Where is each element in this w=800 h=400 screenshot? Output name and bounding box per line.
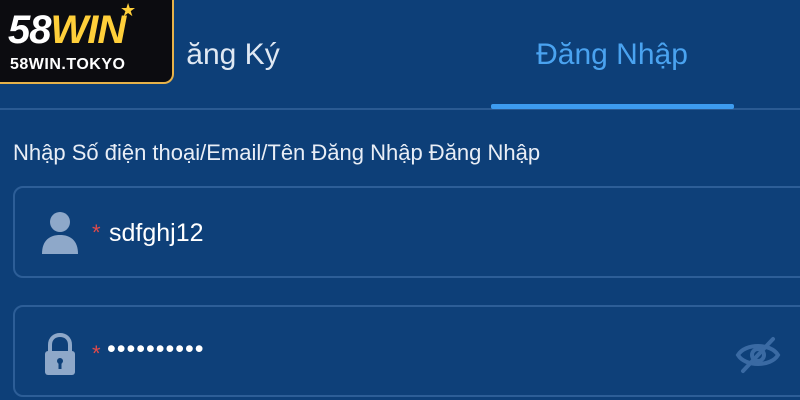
tab-register-label: ăng Ký [186, 38, 280, 71]
login-field-label: Nhập Số điện thoại/Email/Tên Đăng Nhập Đ… [13, 140, 541, 165]
password-field[interactable]: * •••••••••• [13, 305, 800, 397]
brand-logo: 58WIN ★ 58WIN.TOKYO [0, 0, 174, 84]
eye-slash-icon[interactable] [735, 335, 781, 375]
username-input[interactable] [107, 218, 671, 249]
required-mark: * [92, 220, 101, 245]
tab-login[interactable]: Đăng Nhập [490, 0, 734, 110]
tab-login-label: Đăng Nhập [536, 38, 688, 71]
user-icon [42, 212, 78, 254]
brand-wordmark: 58WIN [8, 8, 126, 52]
login-page: ăng Ký Đăng Nhập 58WIN ★ 58WIN.TOKYO Nhậ… [0, 0, 800, 400]
username-field[interactable]: * [13, 186, 800, 278]
required-mark: * [92, 341, 101, 366]
lock-icon [45, 333, 75, 375]
brand-domain: 58WIN.TOKYO [10, 56, 126, 73]
star-icon: ★ [120, 0, 137, 20]
active-tab-indicator [491, 104, 734, 109]
password-input[interactable]: •••••••••• [107, 335, 667, 364]
